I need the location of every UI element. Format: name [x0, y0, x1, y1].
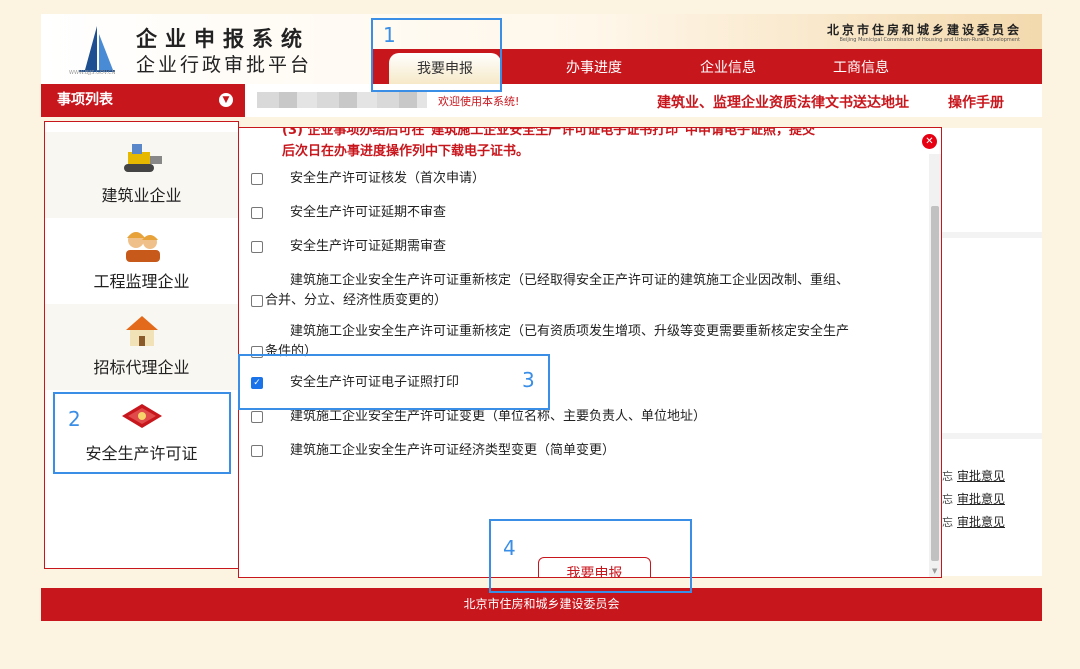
item-list-header[interactable]: 事项列表 ▼ — [41, 84, 245, 117]
apply-dialog: (3) 企业事项办结后可在"建筑施工企业安全生产许可证电子证书打印"中申请电子证… — [238, 127, 942, 578]
approval-prefix: 忘 — [942, 470, 953, 483]
dialog-note-line: (3) 企业事项办结后可在"建筑施工企业安全生产许可证电子证书打印"中申请电子证… — [282, 127, 816, 138]
approval-prefix: 忘 — [942, 516, 953, 529]
site-header: WWW.BJJS.GOV.CN 企业申报系统 企业行政审批平台 北京市住房和城乡… — [41, 14, 1042, 84]
option-label: 建筑施工企业安全生产许可证重新核定（已经取得安全正产许可证的建筑施工企业因改制、… — [290, 273, 850, 288]
sidebar: 建筑业企业 工程监理企业 招标代理企业 安全生产许可证 — [44, 121, 239, 569]
approval-link[interactable]: 审批意见 — [957, 467, 1005, 484]
main-content-background — [926, 128, 1042, 576]
annotation-box-4 — [489, 519, 692, 593]
bulldozer-icon — [123, 144, 162, 172]
approval-link[interactable]: 审批意见 — [957, 490, 1005, 507]
scroll-down-icon[interactable]: ▼ — [932, 567, 937, 575]
option-label: 安全生产许可证延期不审查 — [290, 205, 447, 220]
annotation-box-3 — [238, 354, 550, 410]
option-extend-review[interactable]: 安全生产许可证延期需审查 — [251, 237, 446, 257]
annotation-number-2: 2 — [68, 407, 81, 431]
option-label: 建筑施工企业安全生产许可证变更（单位名称、主要负责人、单位地址） — [290, 409, 707, 424]
sidebar-item-supervision[interactable]: 工程监理企业 — [45, 218, 238, 304]
chevron-down-icon[interactable]: ▼ — [219, 93, 233, 107]
address-link[interactable]: 建筑业、监理企业资质法律文书送达地址 — [657, 92, 909, 112]
tab-business-info[interactable]: 工商信息 — [811, 49, 911, 84]
option-label: 建筑施工企业安全生产许可证经济类型变更（简单变更） — [290, 443, 616, 458]
manual-link[interactable]: 操作手册 — [948, 92, 1004, 112]
option-label: 安全生产许可证延期需审查 — [290, 239, 447, 254]
option-first-issue[interactable]: 安全生产许可证核发（首次申请） — [251, 169, 485, 189]
checkbox[interactable] — [251, 445, 263, 457]
annotation-box-2 — [53, 392, 231, 474]
checkbox[interactable] — [251, 295, 263, 307]
blurred-username — [257, 92, 427, 108]
approval-link[interactable]: 审批意见 — [957, 513, 1005, 530]
item-list-title: 事项列表 — [57, 92, 113, 108]
option-label-cont: 合并、分立、经济性质变更的） — [265, 293, 448, 308]
annotation-number-1: 1 — [383, 23, 396, 47]
dialog-scrollbar[interactable]: ▼ — [929, 154, 941, 577]
house-icon — [125, 316, 158, 346]
sidebar-item-construction[interactable]: 建筑业企业 — [45, 132, 238, 218]
option-reverify-restructure[interactable]: 建筑施工企业安全生产许可证重新核定（已经取得安全正产许可证的建筑施工企业因改制、… — [251, 271, 849, 311]
option-extend-no-review[interactable]: 安全生产许可证延期不审查 — [251, 203, 446, 223]
checkbox[interactable] — [251, 411, 263, 423]
close-icon[interactable]: ✕ — [922, 134, 937, 149]
dialog-note-line: 后次日在办事进度操作列中下载电子证书。 — [282, 144, 530, 159]
option-label: 安全生产许可证核发（首次申请） — [290, 171, 486, 186]
sidebar-item-label: 招标代理企业 — [93, 358, 190, 377]
logo-icon — [79, 26, 115, 72]
annotation-number-3: 3 — [522, 368, 535, 392]
dialog-note: (3) 企业事项办结后可在"建筑施工企业安全生产许可证电子证书打印"中申请电子证… — [282, 127, 922, 162]
org-name: 北京市住房和城乡建设委员会 — [826, 23, 1022, 37]
welcome-text: 欢迎使用本系统! — [438, 95, 520, 108]
option-change-econ-type[interactable]: 建筑施工企业安全生产许可证经济类型变更（简单变更） — [251, 441, 615, 461]
checkbox[interactable] — [251, 241, 263, 253]
sidebar-item-tender[interactable]: 招标代理企业 — [45, 304, 238, 390]
tab-company-info[interactable]: 企业信息 — [678, 49, 778, 84]
option-change-info[interactable]: 建筑施工企业安全生产许可证变更（单位名称、主要负责人、单位地址） — [251, 407, 706, 427]
site-tagline: WWW.BJJS.GOV.CN — [69, 70, 116, 76]
annotation-number-4: 4 — [503, 536, 516, 560]
scroll-thumb[interactable] — [931, 206, 939, 561]
system-title: 企业申报系统 — [136, 27, 310, 51]
approval-prefix: 忘 — [942, 493, 953, 506]
app-frame: WWW.BJJS.GOV.CN 企业申报系统 企业行政审批平台 北京市住房和城乡… — [41, 14, 1042, 621]
platform-title: 企业行政审批平台 — [136, 54, 313, 76]
sidebar-item-label: 工程监理企业 — [93, 272, 190, 291]
tab-progress[interactable]: 办事进度 — [544, 49, 644, 84]
option-label: 建筑施工企业安全生产许可证重新核定（已有资质项发生增项、升级等变更需要重新核定安… — [290, 324, 850, 339]
sidebar-item-label: 建筑业企业 — [101, 186, 182, 205]
workers-icon — [125, 232, 160, 262]
checkbox[interactable] — [251, 207, 263, 219]
sub-bar: 事项列表 ▼ 欢迎使用本系统! 建筑业、监理企业资质法律文书送达地址 操作手册 — [41, 84, 1042, 117]
org-name-en: Beijing Municipal Commission of Housing … — [839, 37, 1020, 43]
checkbox[interactable] — [251, 173, 263, 185]
